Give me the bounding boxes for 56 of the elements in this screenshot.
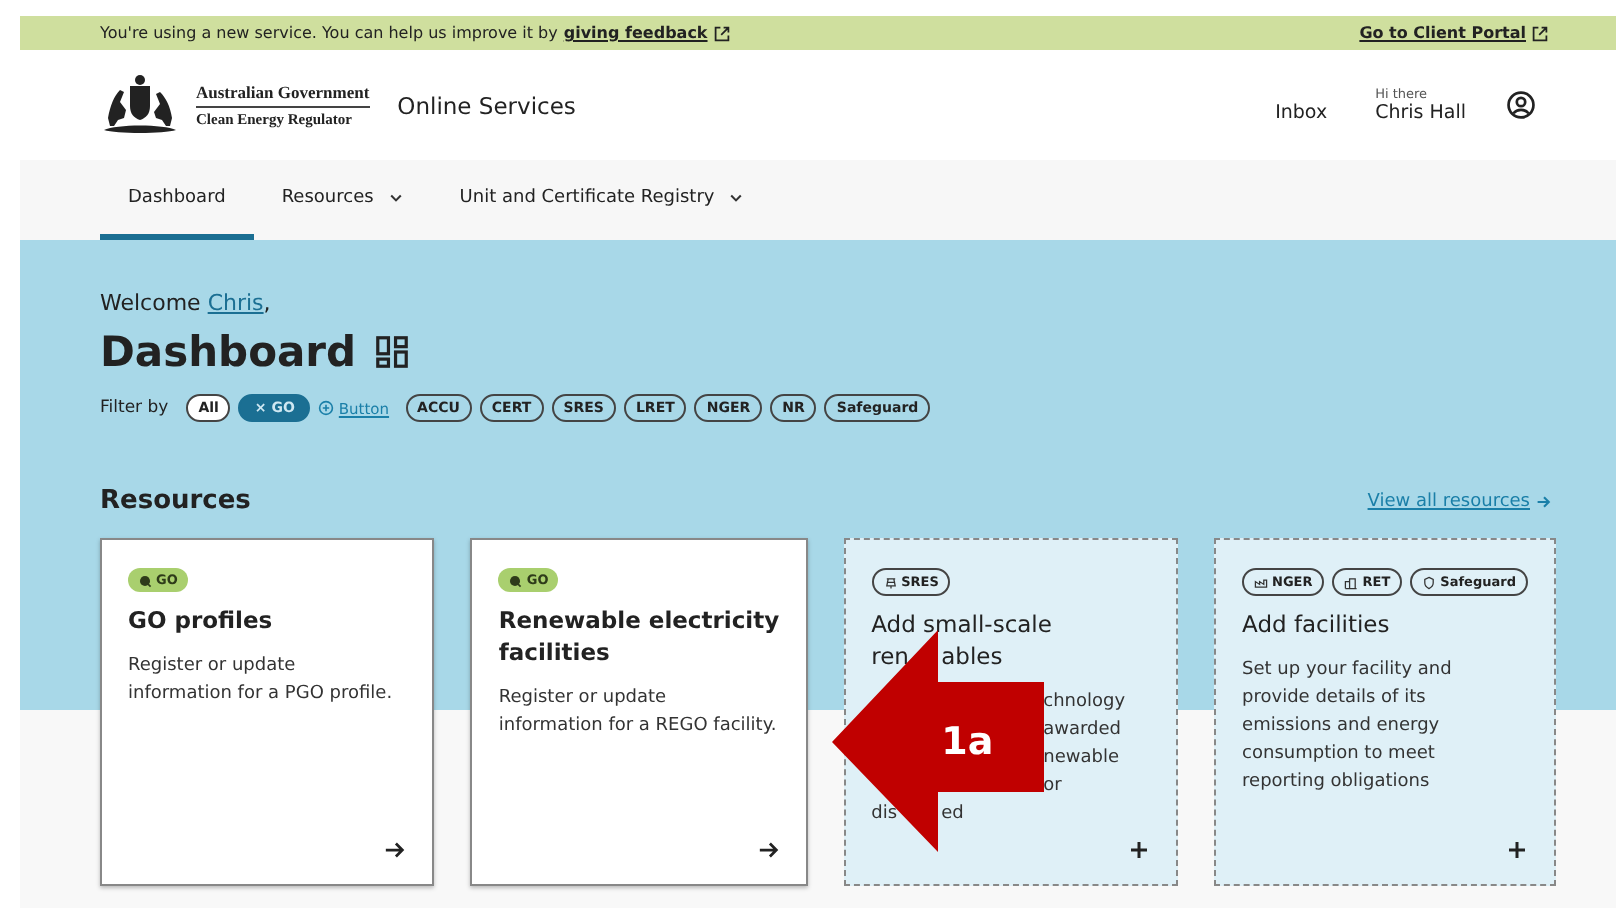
card-description: awarded: [1043, 718, 1122, 744]
card-title: Renewable electricity: [498, 606, 780, 634]
user-account-icon[interactable]: [1506, 90, 1536, 120]
card-description: information for a PGO profile.: [128, 684, 393, 704]
card-title: Add facilities: [1242, 610, 1390, 638]
user-name-link[interactable]: Chris: [207, 290, 264, 316]
card-title: ren: [871, 642, 909, 670]
card-description: provide details of its: [1242, 688, 1426, 708]
plus-icon: [1506, 840, 1528, 860]
banner-message: You're using a new service. You can help us improve it by: [100, 24, 558, 42]
card-description: reporting obligations: [1242, 772, 1430, 792]
tag-icon: [1254, 575, 1269, 589]
card-description: dis: [871, 804, 898, 824]
card-title: ables: [941, 640, 1003, 672]
page-title: Dashboard: [100, 328, 357, 376]
card-description: ed: [941, 802, 964, 828]
card-description: or: [1043, 774, 1062, 800]
card-description: Register or update: [128, 656, 296, 676]
grid-layout-icon[interactable]: [376, 336, 409, 368]
card-description: emissions and energy: [1242, 716, 1440, 736]
arrow-right-icon: [1536, 493, 1552, 509]
card-description: Register or update: [498, 688, 667, 708]
filter-label: Filter by: [100, 398, 169, 418]
tag-icon: [138, 573, 152, 587]
card-description: consumption to meet: [1242, 744, 1435, 764]
card-description: chnology: [1043, 690, 1126, 716]
card-title: GO profiles: [128, 606, 273, 634]
tag-icon: [883, 575, 898, 589]
card-description: newable: [1043, 746, 1119, 772]
site-name: Online Services: [397, 91, 576, 119]
tag-icon: [508, 573, 523, 587]
nav-tab[interactable]: Unit and Certificate Registry: [431, 160, 773, 240]
user-name: Chris Hall: [1375, 102, 1466, 124]
plus-icon: [1128, 840, 1151, 860]
agency-name: Australian Government: [196, 79, 370, 107]
arrow-right-icon: [384, 840, 407, 860]
feedback-link[interactable]: giving feedback: [563, 24, 708, 42]
nav-tab[interactable]: Resources: [253, 160, 432, 240]
external-link-icon: [1532, 25, 1548, 41]
card-description: Set up your facility and: [1242, 660, 1452, 680]
add-circle-icon: [318, 400, 335, 416]
callout-label: 1a: [941, 722, 994, 762]
chevron-down-icon: [387, 191, 404, 203]
card-title: Add small-scale: [871, 610, 1052, 638]
chevron-down-icon: [728, 191, 745, 203]
external-link-icon: [713, 25, 730, 41]
tag-icon: [1344, 575, 1359, 589]
section-heading: Resources: [100, 486, 251, 516]
welcome-punctuation: ,: [263, 290, 271, 316]
arrow-right-icon: [757, 840, 780, 860]
card-description: information for a REGO facility.: [498, 716, 777, 736]
inbox-link[interactable]: Inbox: [1275, 102, 1328, 124]
client-portal-link[interactable]: Go to Client Portal: [1359, 24, 1526, 42]
card-title: facilities: [498, 638, 610, 666]
tag-icon: [1422, 575, 1437, 589]
welcome-prefix: Welcome: [100, 290, 201, 316]
